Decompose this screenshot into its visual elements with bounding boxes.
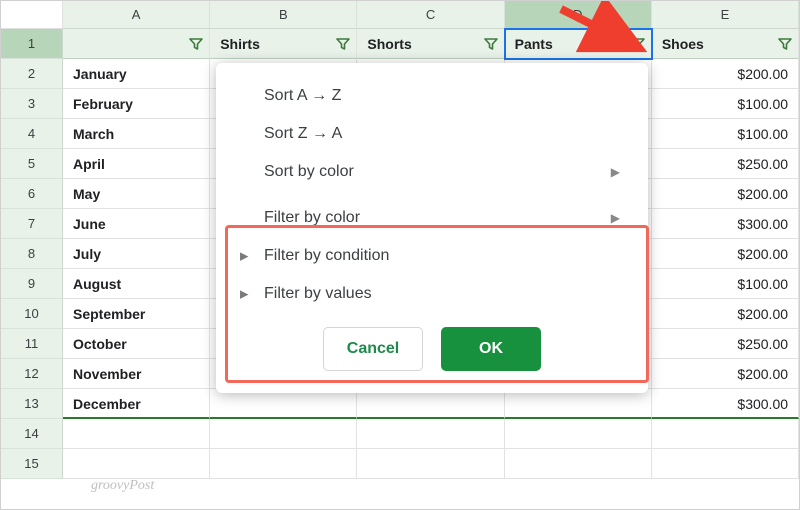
col-header-D[interactable]: D <box>505 1 652 29</box>
cell[interactable] <box>210 449 357 479</box>
filter-icon[interactable] <box>336 38 350 50</box>
menu-sort-a-z[interactable]: Sort A → Z <box>216 77 648 115</box>
filter-icon[interactable] <box>778 38 792 50</box>
cell-value[interactable]: $200.00 <box>652 239 799 269</box>
header-shirts: Shirts <box>220 36 260 52</box>
cell-value[interactable]: $100.00 <box>652 269 799 299</box>
menu-label: Sort by color <box>264 163 354 181</box>
menu-sort-z-a[interactable]: Sort Z → A <box>216 115 648 153</box>
filter-icon[interactable] <box>189 38 203 50</box>
menu-label: Sort Z → A <box>264 125 342 143</box>
filter-icon[interactable] <box>484 38 498 50</box>
row-header[interactable]: 2 <box>1 59 63 89</box>
cell-value[interactable]: $200.00 <box>652 299 799 329</box>
row-header[interactable]: 3 <box>1 89 63 119</box>
cell-month[interactable]: June <box>63 209 210 239</box>
cell[interactable] <box>210 419 357 449</box>
cancel-button[interactable]: Cancel <box>323 327 423 371</box>
cell[interactable] <box>652 419 799 449</box>
row-header[interactable]: 5 <box>1 149 63 179</box>
cell-month[interactable]: July <box>63 239 210 269</box>
header-shoes: Shoes <box>662 36 704 52</box>
cell-value[interactable]: $300.00 <box>652 389 799 419</box>
cell[interactable] <box>505 389 652 419</box>
row-header-1[interactable]: 1 <box>1 29 63 59</box>
row-header[interactable]: 7 <box>1 209 63 239</box>
cell-value[interactable]: $300.00 <box>652 209 799 239</box>
expand-arrow-icon: ▶ <box>240 288 248 301</box>
row-header[interactable]: 9 <box>1 269 63 299</box>
cell-value[interactable]: $200.00 <box>652 179 799 209</box>
menu-filter-by-color[interactable]: Filter by color ▶ <box>216 199 648 237</box>
row-header[interactable]: 6 <box>1 179 63 209</box>
row-header[interactable]: 14 <box>1 419 63 449</box>
cell-A1[interactable] <box>63 29 210 59</box>
row-header[interactable]: 11 <box>1 329 63 359</box>
menu-label: Filter by color <box>264 209 360 227</box>
cell-E1[interactable]: Shoes <box>652 29 799 59</box>
cell[interactable] <box>63 449 210 479</box>
table-header-row: 1 Shirts Shorts Pants <box>1 29 799 59</box>
cell-month[interactable]: January <box>63 59 210 89</box>
cell[interactable] <box>505 449 652 479</box>
cell-month[interactable]: October <box>63 329 210 359</box>
ok-button[interactable]: OK <box>441 327 541 371</box>
cell-month[interactable]: December <box>63 389 210 419</box>
table-row: 13 December $300.00 <box>1 389 799 419</box>
cell-value[interactable]: $200.00 <box>652 59 799 89</box>
menu-filter-by-values[interactable]: ▶ Filter by values <box>216 275 648 313</box>
row-header[interactable]: 8 <box>1 239 63 269</box>
cell[interactable] <box>210 389 357 419</box>
cell-value[interactable]: $100.00 <box>652 119 799 149</box>
header-shorts: Shorts <box>367 36 411 52</box>
cell-value[interactable]: $250.00 <box>652 329 799 359</box>
cell-C1[interactable]: Shorts <box>357 29 504 59</box>
cell[interactable] <box>652 449 799 479</box>
header-pants: Pants <box>515 36 553 52</box>
col-header-B[interactable]: B <box>210 1 357 29</box>
row-header[interactable]: 4 <box>1 119 63 149</box>
cell-value[interactable]: $100.00 <box>652 89 799 119</box>
row-header[interactable]: 15 <box>1 449 63 479</box>
cell-month[interactable]: August <box>63 269 210 299</box>
expand-arrow-icon: ▶ <box>240 250 248 263</box>
cell[interactable] <box>357 419 504 449</box>
cell[interactable] <box>505 419 652 449</box>
menu-actions: Cancel OK <box>216 313 648 375</box>
menu-label: Filter by values <box>264 285 372 303</box>
row-header[interactable]: 10 <box>1 299 63 329</box>
cell-D1[interactable]: Pants <box>505 29 652 59</box>
filter-icon[interactable] <box>631 38 645 50</box>
select-all-corner[interactable] <box>1 1 63 29</box>
watermark: groovyPost <box>91 478 154 494</box>
menu-label: Sort A → Z <box>264 87 341 105</box>
cell[interactable] <box>357 389 504 419</box>
menu-filter-by-condition[interactable]: ▶ Filter by condition <box>216 237 648 275</box>
cell-value[interactable]: $250.00 <box>652 149 799 179</box>
row-header[interactable]: 13 <box>1 389 63 419</box>
col-header-A[interactable]: A <box>63 1 210 29</box>
table-row: 14 <box>1 419 799 449</box>
submenu-arrow-icon: ▶ <box>611 211 620 225</box>
menu-sort-by-color[interactable]: Sort by color ▶ <box>216 153 648 191</box>
filter-menu: Sort A → Z Sort Z → A Sort by color ▶ Fi… <box>216 63 648 393</box>
menu-label: Filter by condition <box>264 247 389 265</box>
cell-month[interactable]: May <box>63 179 210 209</box>
cell-month[interactable]: March <box>63 119 210 149</box>
menu-separator <box>216 191 648 199</box>
cell-month[interactable]: April <box>63 149 210 179</box>
submenu-arrow-icon: ▶ <box>611 165 620 179</box>
row-header[interactable]: 12 <box>1 359 63 389</box>
cell-value[interactable]: $200.00 <box>652 359 799 389</box>
cell-month[interactable]: September <box>63 299 210 329</box>
cell-B1[interactable]: Shirts <box>210 29 357 59</box>
cell[interactable] <box>63 419 210 449</box>
col-header-E[interactable]: E <box>652 1 799 29</box>
cell[interactable] <box>357 449 504 479</box>
cell-month[interactable]: February <box>63 89 210 119</box>
column-headers-row: A B C D E <box>1 1 799 29</box>
col-header-C[interactable]: C <box>357 1 504 29</box>
cell-month[interactable]: November <box>63 359 210 389</box>
table-row: 15 <box>1 449 799 479</box>
